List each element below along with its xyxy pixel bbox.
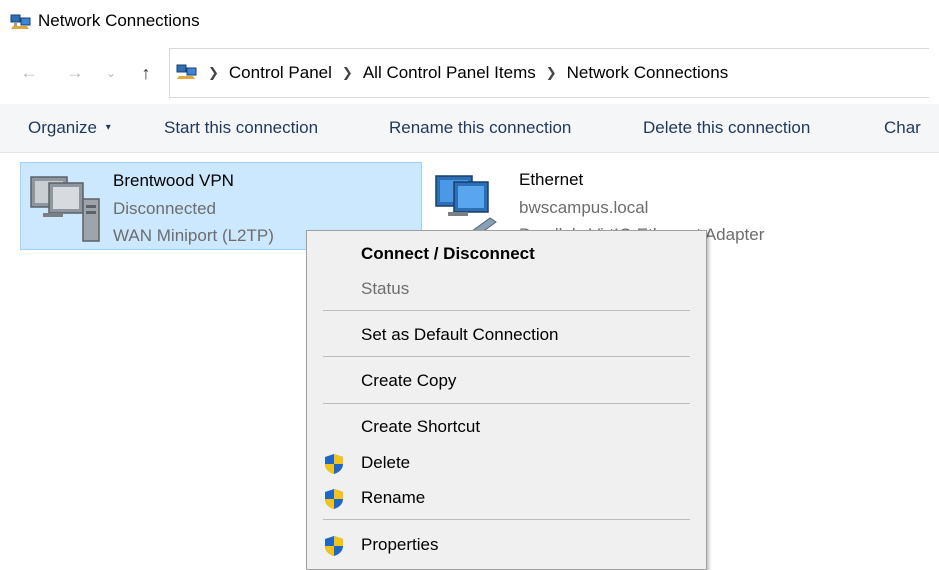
breadcrumb-control-panel[interactable]: Control Panel	[229, 63, 332, 83]
connection-status: Disconnected	[113, 199, 217, 218]
menu-item-label: Status	[361, 279, 410, 298]
forward-button[interactable]: →	[62, 60, 88, 86]
menu-item-connect-disconnect[interactable]: Connect / Disconnect	[307, 237, 706, 271]
title-bar: Network Connections	[0, 0, 939, 44]
network-connections-icon	[10, 12, 32, 32]
menu-item-label: Properties	[361, 535, 439, 554]
recent-locations-button[interactable]: ⌄	[98, 60, 124, 86]
chevron-right-icon[interactable]: ❯	[546, 65, 557, 81]
menu-item-set-default[interactable]: Set as Default Connection	[307, 318, 706, 352]
menu-separator	[323, 403, 690, 404]
menu-item-properties[interactable]: Properties	[307, 528, 706, 562]
breadcrumb-all-items[interactable]: All Control Panel Items	[363, 63, 536, 83]
organize-menu[interactable]: Organize ▾	[28, 118, 111, 138]
window-title: Network Connections	[38, 11, 200, 30]
menu-separator	[323, 356, 690, 357]
menu-separator	[323, 519, 690, 520]
menu-item-label: Delete	[361, 453, 411, 472]
connection-name: Ethernet	[519, 170, 584, 189]
uac-shield-icon	[323, 453, 345, 475]
context-menu: Connect / Disconnect Status Set as Defau…	[306, 230, 707, 570]
up-button[interactable]: ↑	[133, 60, 159, 86]
arrow-up-icon: ↑	[141, 62, 151, 83]
change-settings-button[interactable]: Char	[884, 118, 921, 138]
organize-label: Organize	[28, 118, 97, 137]
breadcrumb-network-connections[interactable]: Network Connections	[567, 63, 729, 83]
connection-name: Brentwood VPN	[113, 171, 234, 190]
arrow-right-icon: →	[66, 63, 84, 82]
menu-item-label: Connect / Disconnect	[361, 244, 535, 263]
connection-device: WAN Miniport (L2TP)	[113, 226, 274, 245]
menu-item-label: Create Copy	[361, 371, 457, 390]
menu-item-delete[interactable]: Delete	[307, 446, 706, 480]
connection-status: bwscampus.local	[519, 198, 649, 217]
menu-item-label: Set as Default Connection	[361, 325, 559, 344]
address-bar[interactable]: ❯ Control Panel ❯ All Control Panel Item…	[169, 48, 929, 98]
chevron-right-icon[interactable]: ❯	[342, 65, 353, 81]
chevron-right-icon[interactable]: ❯	[208, 65, 219, 81]
back-button[interactable]: ←	[16, 60, 42, 86]
menu-separator	[323, 310, 690, 311]
caret-down-icon: ▾	[105, 122, 111, 133]
arrow-left-icon: ←	[20, 63, 38, 82]
menu-item-create-shortcut[interactable]: Create Shortcut	[307, 410, 706, 444]
command-bar: Organize ▾ Start this connection Rename …	[0, 104, 939, 153]
uac-shield-icon	[323, 488, 345, 510]
vpn-computer-icon	[27, 169, 105, 245]
menu-item-status: Status	[307, 272, 706, 306]
menu-item-rename[interactable]: Rename	[307, 481, 706, 515]
rename-connection-button[interactable]: Rename this connection	[389, 118, 571, 138]
start-connection-button[interactable]: Start this connection	[164, 118, 318, 138]
menu-item-label: Rename	[361, 488, 426, 507]
connections-list: Brentwood VPN Disconnected WAN Miniport …	[0, 154, 939, 570]
menu-item-create-copy[interactable]: Create Copy	[307, 364, 706, 398]
navigation-bar: ← → ⌄ ↑ ❯ Control Panel ❯ All Control Pa…	[0, 48, 939, 100]
control-panel-icon	[176, 63, 198, 83]
delete-connection-button[interactable]: Delete this connection	[643, 118, 810, 138]
uac-shield-icon	[323, 535, 345, 557]
chevron-down-icon: ⌄	[105, 66, 117, 80]
menu-item-label: Create Shortcut	[361, 417, 481, 436]
